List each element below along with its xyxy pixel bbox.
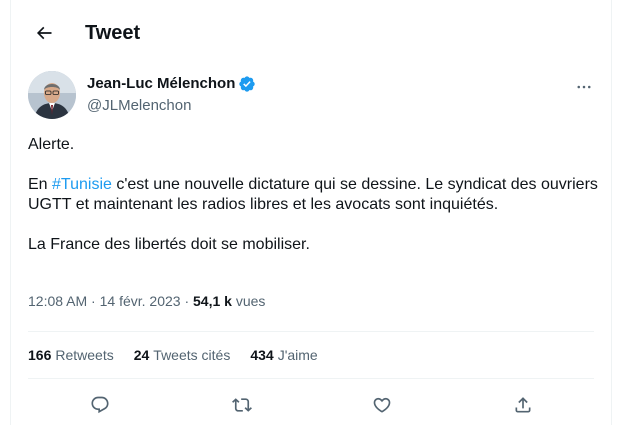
retweet-button[interactable] (229, 392, 255, 418)
share-button[interactable] (510, 392, 536, 418)
tweet-page: Tweet Jean-Luc Mélenchon @JLMelenchon Al… (10, 0, 612, 425)
tweet-stats: 166 Retweets 24 Tweets cités 434 J'aime (28, 346, 338, 364)
like-button[interactable] (369, 392, 395, 418)
avatar-image (28, 71, 76, 119)
divider (28, 331, 594, 332)
quotes-stat[interactable]: 24 Tweets cités (134, 346, 231, 364)
page-header: Tweet (11, 0, 611, 66)
retweets-count: 166 (28, 347, 52, 363)
author-name[interactable]: Jean-Luc Mélenchon (87, 74, 235, 94)
more-horizontal-icon (577, 85, 591, 89)
share-icon (515, 397, 531, 413)
tweet-text-prefix: En (28, 176, 53, 193)
views-label: vues (231, 293, 266, 309)
verified-badge-icon (239, 76, 256, 92)
author-block: Jean-Luc Mélenchon @JLMelenchon (87, 74, 256, 116)
tweet-line-alert: Alerte. (28, 136, 75, 153)
retweets-stat[interactable]: 166 Retweets (28, 346, 114, 364)
back-button[interactable] (27, 16, 61, 50)
meta-separator: · (180, 293, 194, 309)
tweet-text: Alerte. En #Tunisie c'est une nouvelle d… (28, 135, 598, 255)
divider (28, 378, 594, 379)
more-options-button[interactable] (569, 72, 599, 102)
likes-count: 434 (250, 347, 274, 363)
quotes-label: Tweets cités (153, 347, 231, 363)
retweet-icon (232, 398, 252, 412)
likes-stat[interactable]: 434 J'aime (250, 346, 317, 364)
retweets-label: Retweets (55, 347, 114, 363)
tweet-paragraph: En #Tunisie c'est une nouvelle dictature… (28, 175, 598, 215)
author-handle[interactable]: @JLMelenchon (87, 96, 256, 116)
page-title: Tweet (85, 22, 141, 44)
arrow-left-icon (36, 26, 52, 40)
like-icon (373, 397, 391, 413)
views-count: 54,1 k (193, 293, 232, 309)
quotes-count: 24 (133, 347, 150, 363)
likes-label: J'aime (277, 347, 318, 363)
meta-separator: · (87, 293, 100, 309)
avatar[interactable] (28, 71, 76, 119)
tweet-text-body: c'est une nouvelle dictature qui se dess… (28, 176, 598, 213)
hashtag-link[interactable]: #Tunisie (52, 176, 112, 193)
tweet-actions (11, 392, 611, 418)
tweet-time[interactable]: 12:08 AM (28, 293, 87, 309)
reply-button[interactable] (87, 392, 113, 418)
tweet-line-call: La France des libertés doit se mobiliser… (28, 236, 310, 253)
tweet-date[interactable]: 14 févr. 2023 (100, 293, 181, 309)
tweet-meta: 12:08 AM · 14 févr. 2023 · 54,1 k vues (28, 292, 265, 310)
reply-icon (91, 396, 109, 414)
